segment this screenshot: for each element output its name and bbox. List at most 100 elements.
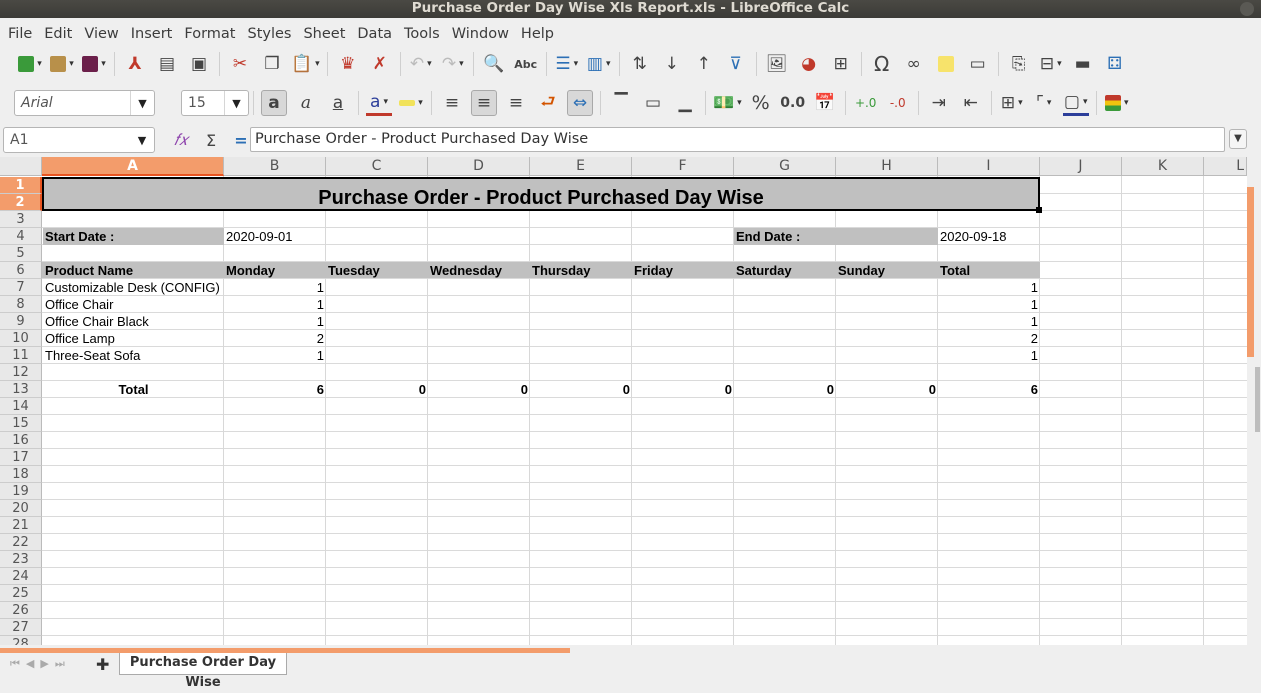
borders-icon[interactable]: ⊞ xyxy=(999,90,1025,116)
export-pdf-icon[interactable]: ⅄ xyxy=(122,51,148,77)
row-header-14[interactable]: 14 xyxy=(0,398,42,415)
delete-decimal-icon[interactable]: -.0 xyxy=(885,90,911,116)
end-date-label[interactable]: End Date : xyxy=(734,228,938,245)
row-header-19[interactable]: 19 xyxy=(0,483,42,500)
menu-styles[interactable]: Styles xyxy=(241,22,297,46)
horizontal-scrollbar[interactable] xyxy=(0,645,1261,653)
product-monday-cell[interactable]: 2 xyxy=(224,330,326,347)
undo-icon[interactable]: ↶ xyxy=(408,51,434,77)
row-header-13[interactable]: 13 xyxy=(0,381,42,398)
product-name-cell[interactable]: Customizable Desk (CONFIG) xyxy=(43,279,224,296)
italic-icon[interactable]: a xyxy=(293,90,319,116)
column-header-l[interactable]: L xyxy=(1204,157,1247,176)
expand-formula-bar-icon[interactable]: ▼ xyxy=(1229,129,1247,149)
define-print-area-icon[interactable]: ⎘ xyxy=(1006,51,1032,77)
wrap-text-icon[interactable]: ⮐ xyxy=(535,90,561,116)
total-thursday[interactable]: 0 xyxy=(530,381,632,398)
comment-icon[interactable] xyxy=(933,51,959,77)
clear-formatting-icon[interactable]: ✗ xyxy=(367,51,393,77)
total-monday[interactable]: 6 xyxy=(224,381,326,398)
cut-icon[interactable]: ✂ xyxy=(227,51,253,77)
tab-purchase-order-day-wise[interactable]: Purchase Order Day Wise xyxy=(119,653,287,690)
sort-descending-icon[interactable]: ↑ xyxy=(691,51,717,77)
clone-formatting-icon[interactable]: ♛ xyxy=(335,51,361,77)
align-top-icon[interactable]: ▔ xyxy=(608,90,634,116)
vertical-scrollbar-handle[interactable] xyxy=(1255,367,1260,432)
header-monday[interactable]: Monday xyxy=(224,262,326,279)
row-header-8[interactable]: 8 xyxy=(0,296,42,313)
align-center-icon[interactable]: ≡ xyxy=(471,90,497,116)
row-header-3[interactable]: 3 xyxy=(0,211,42,228)
header-total[interactable]: Total xyxy=(938,262,1040,279)
hyperlink-icon[interactable]: ∞ xyxy=(901,51,927,77)
menu-view[interactable]: View xyxy=(78,22,124,46)
header-sunday[interactable]: Sunday xyxy=(836,262,938,279)
menu-data[interactable]: Data xyxy=(351,22,398,46)
header-friday[interactable]: Friday xyxy=(632,262,734,279)
sum-icon[interactable]: Σ xyxy=(198,127,224,153)
next-sheet-icon[interactable]: ▶ xyxy=(40,657,48,671)
column-header-b[interactable]: B xyxy=(224,157,326,176)
column-header-i[interactable]: I xyxy=(938,157,1040,176)
menu-window[interactable]: Window xyxy=(446,22,515,46)
align-left-icon[interactable]: ≡ xyxy=(439,90,465,116)
row-header-20[interactable]: 20 xyxy=(0,500,42,517)
header-wednesday[interactable]: Wednesday xyxy=(428,262,530,279)
start-date-value[interactable]: 2020-09-01 xyxy=(224,228,326,245)
headers-footers-icon[interactable]: ▭ xyxy=(965,51,991,77)
prev-sheet-icon[interactable]: ◀ xyxy=(26,657,34,671)
find-replace-icon[interactable]: 🔍 xyxy=(481,51,507,77)
merge-center-icon[interactable]: ⇔ xyxy=(567,90,593,116)
open-folder-icon[interactable] xyxy=(49,51,75,77)
total-saturday[interactable]: 0 xyxy=(734,381,836,398)
column-header-k[interactable]: K xyxy=(1122,157,1204,176)
column-header-g[interactable]: G xyxy=(734,157,836,176)
date-format-icon[interactable]: 📅 xyxy=(812,90,838,116)
new-document-icon[interactable] xyxy=(17,51,43,77)
row-header-28[interactable]: 28 xyxy=(0,636,42,645)
menu-file[interactable]: File xyxy=(2,22,38,46)
print-icon[interactable]: ▤ xyxy=(154,51,180,77)
freeze-rows-columns-icon[interactable]: ⊟ xyxy=(1038,51,1064,77)
pivot-table-icon[interactable]: ⊞ xyxy=(828,51,854,77)
row-header-1[interactable]: 1 xyxy=(0,177,42,194)
vertical-scrollbar[interactable] xyxy=(1247,157,1261,645)
total-grand[interactable]: 6 xyxy=(938,381,1040,398)
column-header-a[interactable]: A xyxy=(42,157,224,176)
total-friday[interactable]: 0 xyxy=(632,381,734,398)
menu-help[interactable]: Help xyxy=(515,22,560,46)
sort-ascending-icon[interactable]: ↓ xyxy=(659,51,685,77)
header-saturday[interactable]: Saturday xyxy=(734,262,836,279)
menu-sheet[interactable]: Sheet xyxy=(297,22,351,46)
function-wizard-icon[interactable]: 𝑓𝑥 xyxy=(168,127,194,153)
start-date-label[interactable]: Start Date : xyxy=(43,228,224,245)
product-total-cell[interactable]: 1 xyxy=(938,296,1040,313)
paste-icon[interactable]: 📋 xyxy=(291,51,320,77)
spreadsheet-grid[interactable]: A B C D E F G H I J K L 1 2 3 4 5 6 7 8 9 10 11 12 1… xyxy=(0,157,1247,645)
column-header-h[interactable]: H xyxy=(836,157,938,176)
split-window-icon[interactable]: ▬ xyxy=(1070,51,1096,77)
header-thursday[interactable]: Thursday xyxy=(530,262,632,279)
row-header-24[interactable]: 24 xyxy=(0,568,42,585)
print-preview-icon[interactable]: ▣ xyxy=(186,51,212,77)
product-total-cell[interactable]: 1 xyxy=(938,279,1040,296)
row-header-5[interactable]: 5 xyxy=(0,245,42,262)
vertical-scrollbar-thumb[interactable] xyxy=(1247,187,1254,357)
row-header-4[interactable]: 4 xyxy=(0,228,42,245)
name-box[interactable]: A1 ▼ xyxy=(3,127,155,153)
report-title-cell[interactable]: Purchase Order - Product Purchased Day W… xyxy=(42,177,1042,213)
bold-icon[interactable]: a xyxy=(261,90,287,116)
border-style-icon[interactable]: ⌜ xyxy=(1031,90,1057,116)
column-header-c[interactable]: C xyxy=(326,157,428,176)
redo-icon[interactable]: ↷ xyxy=(440,51,466,77)
add-decimal-icon[interactable]: +.0 xyxy=(853,90,879,116)
product-name-cell[interactable]: Office Chair Black xyxy=(43,313,224,330)
product-total-cell[interactable]: 1 xyxy=(938,347,1040,364)
center-vertically-icon[interactable]: ▭ xyxy=(640,90,666,116)
sort-icon[interactable]: ⇅ xyxy=(627,51,653,77)
totals-label[interactable]: Total xyxy=(43,381,224,398)
row-header-27[interactable]: 27 xyxy=(0,619,42,636)
align-right-icon[interactable]: ≡ xyxy=(503,90,529,116)
row-header-17[interactable]: 17 xyxy=(0,449,42,466)
underline-icon[interactable]: a xyxy=(325,90,351,116)
